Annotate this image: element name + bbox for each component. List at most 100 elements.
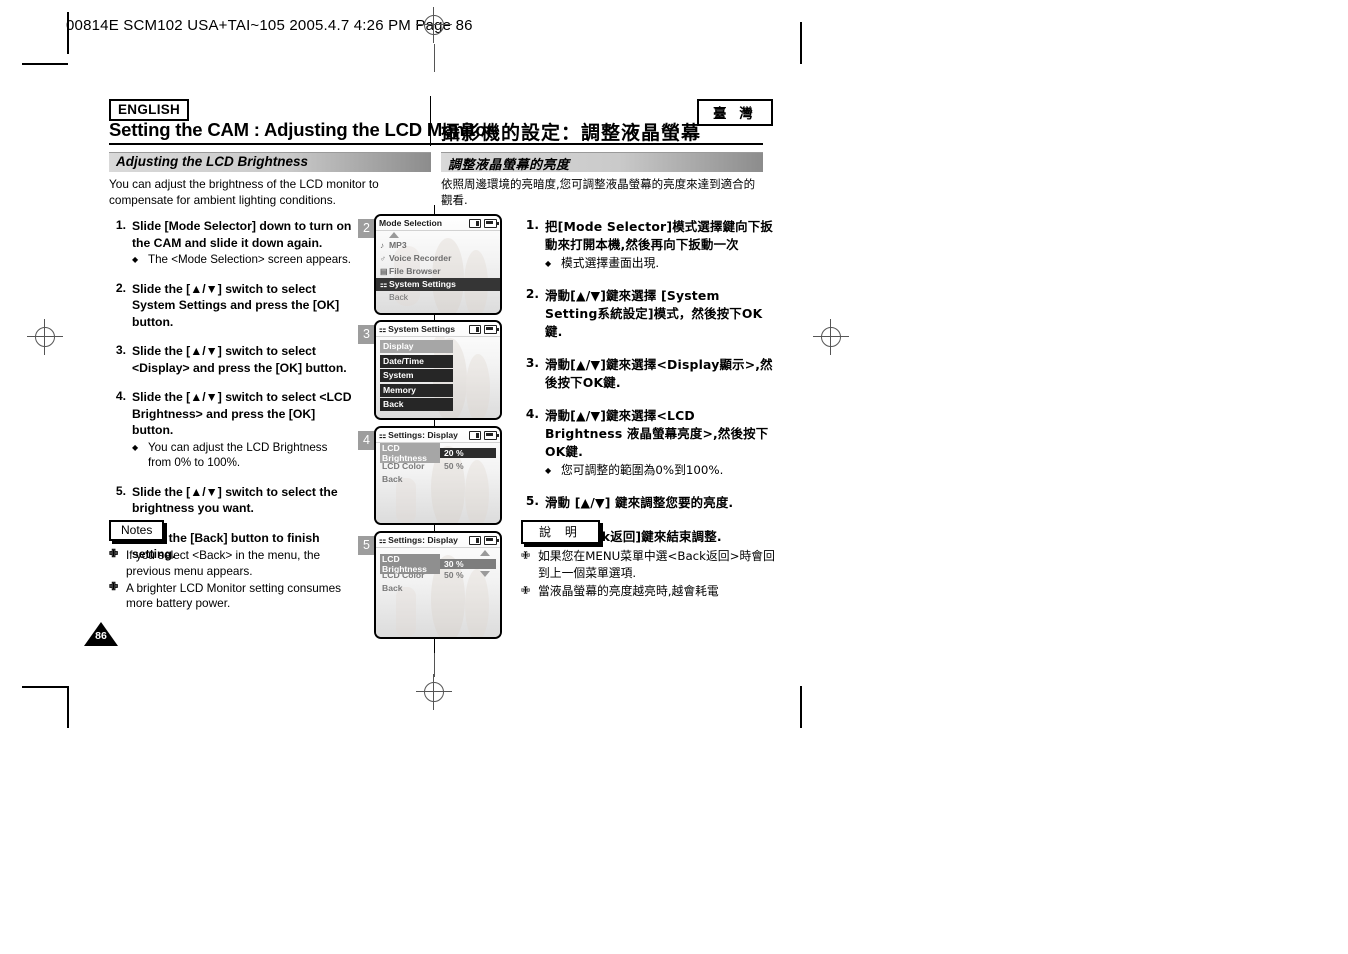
menu-item-voice-recorder[interactable]: ♂ Voice Recorder bbox=[380, 252, 496, 265]
instruction-list-chinese: 1. 把[Mode Selector]模式選擇鍵向下扳動來打開本機,然後再向下扳… bbox=[521, 218, 776, 561]
manual-page: ENGLISH 臺 灣 Setting the CAM : Adjusting … bbox=[0, 0, 1348, 954]
lcd-title-bar: ⚏ System Settings bbox=[376, 322, 500, 337]
scroll-up-arrow[interactable] bbox=[389, 232, 399, 238]
settings-icon: ⚏ bbox=[379, 324, 387, 334]
page-title-english: Setting the CAM : Adjusting the LCD Moni… bbox=[109, 119, 494, 140]
menu-item-label: Voice Recorder bbox=[389, 253, 452, 263]
step-item: 5. Slide the [▲/▼] switch to select the … bbox=[108, 484, 353, 517]
lcd-screen: Mode Selection ♪ MP3 ♂ Voice Recorder ▤ … bbox=[374, 214, 502, 315]
section-intro-chinese: 依照周邊環境的亮暗度,您可調整液晶螢幕的亮度來達到適合的觀看. bbox=[441, 177, 756, 207]
notes-list-english: If you select <Back> in the menu, the pr… bbox=[109, 547, 359, 613]
menu-item-memory[interactable]: Memory bbox=[380, 383, 453, 397]
lcd-title-bar: ⚏ Settings: Display bbox=[376, 428, 500, 443]
menu-item-back[interactable]: Back bbox=[380, 398, 453, 411]
step-text: 滑動 [▲/▼] 鍵來調整您要的亮度. bbox=[545, 495, 734, 510]
battery-icon bbox=[484, 535, 499, 545]
step-text: Slide the [▲/▼] switch to select <LCD Br… bbox=[132, 390, 352, 437]
step-text: 把[Mode Selector]模式選擇鍵向下扳動來打開本機,然後再向下扳動一次 bbox=[545, 219, 773, 252]
lcd-menu-list: Display Date/Time System Memory Back bbox=[376, 337, 500, 411]
setting-row-lcd-color[interactable]: LCD Color 50 % bbox=[380, 459, 496, 472]
setting-key: Back bbox=[382, 582, 403, 593]
setting-key: LCD Brightness bbox=[380, 442, 440, 463]
section-heading-chinese: 調整液晶螢幕的亮度 bbox=[441, 152, 763, 173]
settings-icon: ⚏ bbox=[380, 280, 388, 289]
step-number: 3. bbox=[525, 356, 539, 370]
notes-list-chinese: 如果您在MENU菜單中選<Back返回>時會回到上一個菜單選項. 當液晶螢幕的亮… bbox=[521, 547, 776, 601]
step-number: 4. bbox=[525, 407, 539, 421]
step-subnote: The <Mode Selection> screen appears. bbox=[132, 252, 353, 268]
step-item: 3. Slide the [▲/▼] switch to select <Dis… bbox=[108, 343, 353, 376]
step-number: 1. bbox=[115, 218, 126, 232]
step-text: 滑動[▲/▼]鍵來選擇 [System Setting系統設定]模式，然後按下O… bbox=[545, 288, 763, 339]
menu-item-label: Back bbox=[389, 292, 409, 302]
setting-row-lcd-brightness[interactable]: LCD Brightness 20 % bbox=[380, 442, 496, 463]
settings-icon: ⚏ bbox=[379, 430, 387, 440]
setting-key: LCD Color bbox=[382, 460, 425, 471]
file-browser-icon: ▤ bbox=[380, 267, 388, 276]
menu-item-display[interactable]: Display bbox=[380, 340, 453, 353]
setting-row-back[interactable]: Back bbox=[380, 472, 496, 485]
adjust-up-arrow[interactable] bbox=[480, 550, 490, 556]
lcd-title-bar: ⚏ Settings: Display bbox=[376, 533, 500, 548]
lcd-settings-list: LCD Brightness 30 % LCD Color 50 % Back bbox=[376, 548, 500, 594]
lcd-screen: ⚏ Settings: Display LCD Brightness 30 % bbox=[374, 531, 502, 639]
setting-row-back[interactable]: Back bbox=[380, 581, 496, 594]
step-number: 2. bbox=[115, 280, 126, 295]
memory-card-icon bbox=[469, 535, 481, 545]
menu-item-date-time[interactable]: Date/Time bbox=[380, 354, 453, 368]
language-badge: ENGLISH bbox=[109, 99, 190, 121]
settings-icon: ⚏ bbox=[379, 535, 387, 545]
step-item: 2. 滑動[▲/▼]鍵來選擇 [System Setting系統設定]模式，然後… bbox=[521, 287, 776, 341]
step-item: 2. Slide the [▲/▼] switch to select Syst… bbox=[108, 281, 353, 331]
music-note-icon: ♪ bbox=[380, 241, 384, 250]
step-number: 2. bbox=[525, 287, 539, 301]
section-intro-english: You can adjust the brightness of the LCD… bbox=[109, 177, 379, 207]
menu-item-mp3[interactable]: ♪ MP3 bbox=[380, 239, 496, 252]
note-item: 當液晶螢幕的亮度越亮時,越會耗電 bbox=[521, 582, 776, 600]
step-number: 5. bbox=[115, 483, 126, 498]
step-text: 滑動[▲/▼]鍵來選擇<LCD Brightness 液晶螢幕亮度>,然後按下O… bbox=[545, 408, 769, 459]
lcd-screen: ⚏ System Settings Display Date/Time Syst… bbox=[374, 320, 502, 420]
memory-card-icon bbox=[469, 430, 481, 440]
lcd-title-bar: Mode Selection bbox=[376, 216, 500, 231]
step-item: 1. Slide [Mode Selector] down to turn on… bbox=[108, 218, 353, 268]
menu-item-label: MP3 bbox=[389, 240, 407, 250]
menu-item-system-settings[interactable]: ⚏ System Settings bbox=[376, 278, 500, 291]
memory-card-icon bbox=[469, 324, 481, 334]
section-heading-chinese-label: 調整液晶螢幕的亮度 bbox=[448, 158, 570, 173]
menu-item-file-browser[interactable]: ▤ File Browser bbox=[380, 265, 496, 278]
step-item: 5. 滑動 [▲/▼] 鍵來調整您要的亮度. bbox=[521, 494, 776, 512]
setting-row-lcd-brightness[interactable]: LCD Brightness 30 % bbox=[380, 553, 496, 574]
memory-card-icon bbox=[469, 218, 481, 228]
step-number: 5. bbox=[525, 494, 539, 508]
region-badge: 臺 灣 bbox=[697, 99, 773, 126]
column-divider bbox=[430, 96, 431, 146]
step-subnote: You can adjust the LCD Brightness from 0… bbox=[132, 440, 353, 471]
setting-value: 20 % bbox=[440, 447, 496, 458]
adjust-down-arrow[interactable] bbox=[480, 571, 490, 577]
step-text: 滑動[▲/▼]鍵來選擇<Display顯示>,然後按下OK鍵. bbox=[545, 357, 773, 390]
battery-icon bbox=[484, 218, 499, 228]
menu-item-back[interactable]: Back bbox=[380, 291, 496, 304]
note-item: A brighter LCD Monitor setting consumes … bbox=[109, 580, 359, 613]
lcd-title-text: Settings: Display bbox=[388, 430, 458, 440]
section-heading-english: Adjusting the LCD Brightness bbox=[109, 152, 431, 172]
title-rule bbox=[109, 143, 763, 145]
menu-item-system[interactable]: System bbox=[380, 369, 453, 382]
step-subnote: 模式選擇畫面出現. bbox=[545, 255, 776, 272]
battery-icon bbox=[484, 324, 499, 334]
step-item: 1. 把[Mode Selector]模式選擇鍵向下扳動來打開本機,然後再向下扳… bbox=[521, 218, 776, 272]
setting-value: 50 % bbox=[444, 460, 464, 471]
step-item: 4. 滑動[▲/▼]鍵來選擇<LCD Brightness 液晶螢幕亮度>,然後… bbox=[521, 407, 776, 479]
step-text: Slide [Mode Selector] down to turn on th… bbox=[132, 219, 352, 250]
step-text: Slide the [▲/▼] switch to select System … bbox=[132, 281, 340, 329]
page-title-chinese: 攝影機的設定：調整液晶螢幕 bbox=[441, 122, 702, 144]
step-item: 3. 滑動[▲/▼]鍵來選擇<Display顯示>,然後按下OK鍵. bbox=[521, 356, 776, 392]
notes-tab-chinese: 說 明 bbox=[521, 520, 600, 544]
screen-step-badge: 5 bbox=[358, 536, 375, 555]
page-number-text: 86 bbox=[95, 630, 107, 642]
step-item: 4. Slide the [▲/▼] switch to select <LCD… bbox=[108, 389, 353, 471]
note-item: If you select <Back> in the menu, the pr… bbox=[109, 547, 359, 580]
screen-step-badge: 3 bbox=[358, 325, 375, 344]
step-number: 3. bbox=[115, 343, 126, 357]
